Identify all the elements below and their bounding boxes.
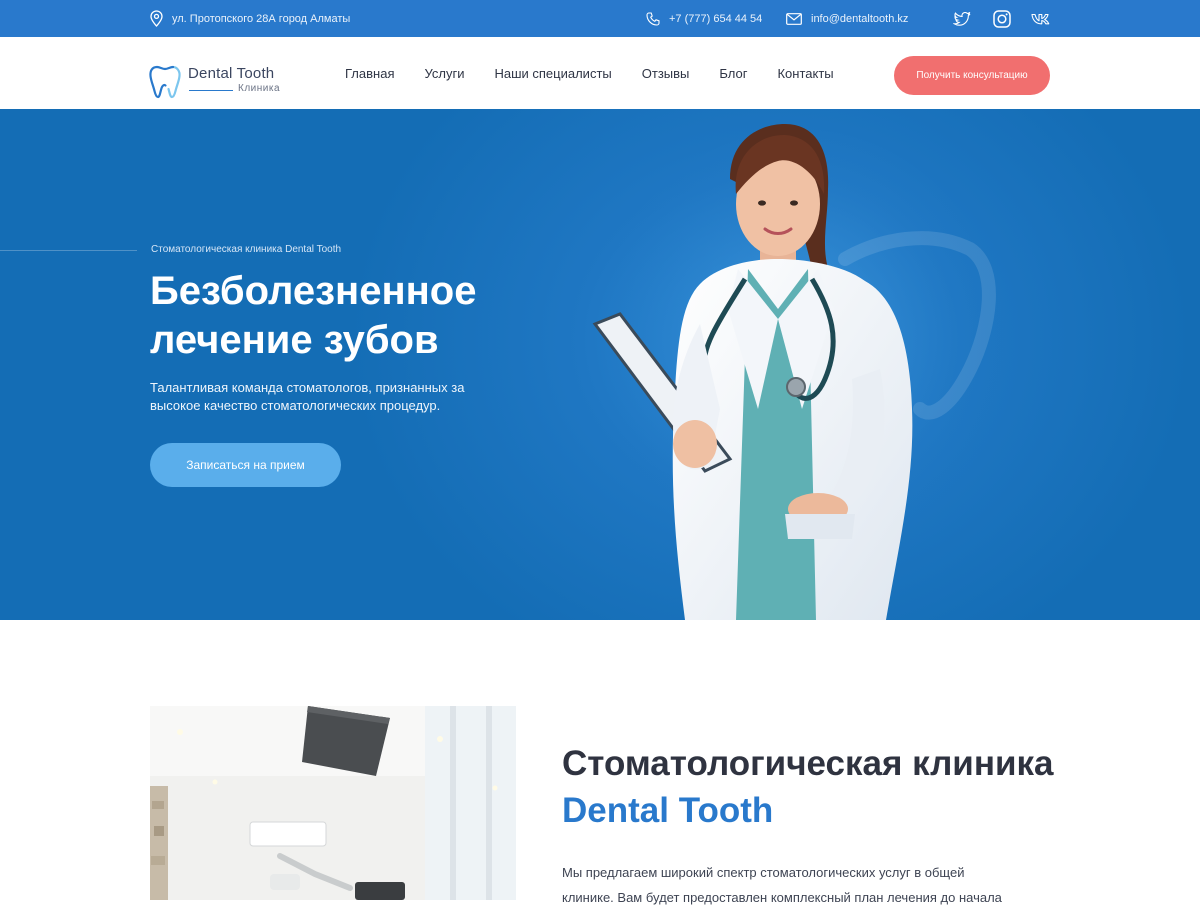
- hero-title: Безболезненное лечение зубов: [150, 267, 570, 365]
- logo-name: Dental Tooth: [188, 65, 275, 82]
- phone-icon: [646, 11, 660, 26]
- hero-description: Талантливая команда стоматологов, призна…: [150, 380, 465, 413]
- email-link[interactable]: info@dentaltooth.kz: [811, 13, 908, 25]
- about-title-line: Стоматологическая клиника: [562, 744, 1054, 783]
- mail-icon: [786, 12, 802, 25]
- twitter-icon[interactable]: [952, 9, 972, 29]
- doctor-illustration: [590, 124, 1010, 620]
- logo-subtitle: Клиника: [238, 83, 281, 94]
- hero-section: Стоматологическая клиника Dental Tooth Б…: [0, 109, 1200, 620]
- logo[interactable]: Dental Tooth Клиника: [148, 63, 288, 103]
- hero-accent-line: [0, 250, 137, 251]
- phone-link[interactable]: +7 (777) 654 44 54: [669, 13, 762, 25]
- get-consultation-button[interactable]: Получить консультацию: [894, 56, 1050, 95]
- location-pin-icon: [150, 10, 163, 27]
- nav-item-blog[interactable]: Блог: [719, 66, 747, 81]
- email-item[interactable]: info@dentaltooth.kz: [786, 0, 908, 37]
- site-header: Dental Tooth Клиника Главная Услуги Наши…: [0, 37, 1200, 109]
- phone-item[interactable]: +7 (777) 654 44 54: [646, 0, 762, 37]
- top-bar: ул. Протопского 28А город Алматы +7 (777…: [0, 0, 1200, 37]
- clinic-interior-photo: [150, 706, 516, 900]
- address-item: ул. Протопского 28А город Алматы: [150, 0, 350, 37]
- vk-icon[interactable]: [1031, 9, 1051, 29]
- hero-title-line-1: Безболезненное: [150, 269, 477, 313]
- instagram-icon[interactable]: [992, 9, 1012, 29]
- nav-item-contacts[interactable]: Контакты: [777, 66, 833, 81]
- main-nav: Главная Услуги Наши специалисты Отзывы Б…: [345, 37, 864, 109]
- nav-item-reviews[interactable]: Отзывы: [642, 66, 690, 81]
- address-text: ул. Протопского 28А город Алматы: [172, 12, 351, 25]
- nav-item-services[interactable]: Услуги: [424, 66, 464, 81]
- book-appointment-button[interactable]: Записаться на прием: [150, 443, 341, 487]
- tooth-logo-icon: [149, 65, 181, 99]
- nav-item-specialists[interactable]: Наши специалисты: [494, 66, 611, 81]
- logo-divider: [189, 90, 233, 91]
- about-title-brand: Dental Tooth: [562, 791, 774, 830]
- hero-kicker: Стоматологическая клиника Dental Tooth: [151, 244, 342, 255]
- about-title: Стоматологическая клиника Dental Tooth: [562, 740, 1082, 834]
- hero-title-line-2: лечение зубов: [150, 318, 439, 362]
- about-description: Мы предлагаем широкий спектр стоматологи…: [562, 865, 1002, 905]
- nav-item-home[interactable]: Главная: [345, 66, 394, 81]
